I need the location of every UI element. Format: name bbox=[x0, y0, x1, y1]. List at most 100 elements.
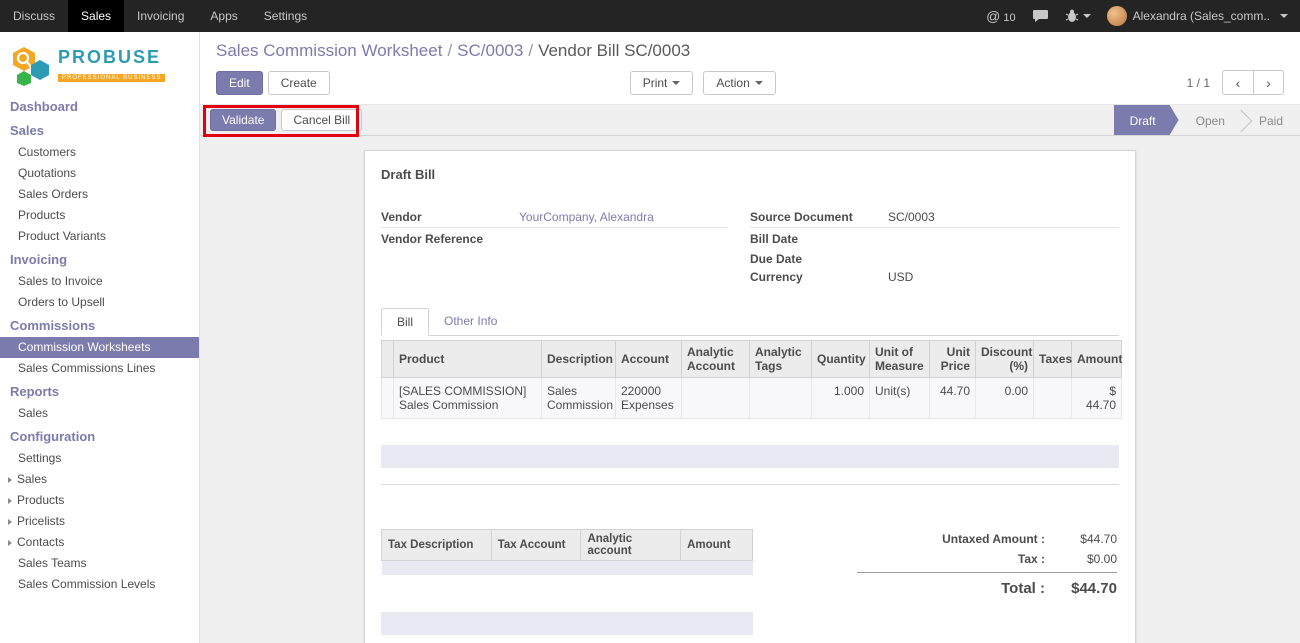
sidebar-heading-invoicing[interactable]: Invoicing bbox=[0, 247, 199, 271]
activity-menu-button[interactable] bbox=[1065, 9, 1091, 23]
sidebar-item-label: Products bbox=[17, 493, 64, 507]
currency-label: Currency bbox=[750, 270, 888, 284]
due-date-label: Due Date bbox=[750, 252, 888, 266]
sidebar-item-sales-to-invoice[interactable]: Sales to Invoice bbox=[0, 271, 199, 292]
field-group-right: Source Document SC/0003 Bill Date Due Da… bbox=[750, 208, 1119, 288]
chevron-down-icon bbox=[672, 81, 680, 85]
sidebar-item-products[interactable]: Products bbox=[0, 205, 199, 226]
chat-bubble-icon bbox=[1032, 9, 1049, 23]
sidebar-heading-reports[interactable]: Reports bbox=[0, 379, 199, 403]
sidebar-item-sales-teams[interactable]: Sales Teams bbox=[0, 553, 199, 574]
column-header-analytic-tags[interactable]: Analytic Tags bbox=[750, 341, 812, 378]
validate-button[interactable]: Validate bbox=[210, 109, 276, 131]
cell-taxes bbox=[1034, 378, 1072, 419]
sidebar-item-sales-commission-levels[interactable]: Sales Commission Levels bbox=[0, 574, 199, 595]
tab-bill[interactable]: Bill bbox=[381, 308, 429, 336]
bill-date-value bbox=[888, 230, 1119, 243]
sidebar-item-settings[interactable]: Settings bbox=[0, 448, 199, 469]
create-button[interactable]: Create bbox=[268, 71, 330, 95]
status-draft: Draft bbox=[1114, 105, 1179, 135]
sidebar-item-product-variants[interactable]: Product Variants bbox=[0, 226, 199, 247]
total-value: $44.70 bbox=[1045, 580, 1117, 597]
sidebar-item-config-sales[interactable]: Sales bbox=[0, 469, 199, 490]
column-header-unit-price[interactable]: Unit Price bbox=[930, 341, 976, 378]
invoice-lines-table: Product Description Account Analytic Acc… bbox=[381, 340, 1122, 419]
untaxed-amount-label: Untaxed Amount : bbox=[942, 532, 1045, 546]
sidebar-item-commission-worksheets[interactable]: Commission Worksheets bbox=[0, 337, 199, 358]
column-header-quantity[interactable]: Quantity bbox=[812, 341, 870, 378]
column-header-amount[interactable]: Amount bbox=[1072, 341, 1122, 378]
sidebar-item-dashboard[interactable]: Dashboard bbox=[0, 94, 199, 118]
breadcrumb-worksheet-link[interactable]: Sales Commission Worksheet bbox=[216, 41, 442, 60]
sidebar-item-contacts[interactable]: Contacts bbox=[0, 532, 199, 553]
field-group-left: Vendor YourCompany, Alexandra Vendor Ref… bbox=[381, 208, 750, 288]
column-header-tax-account[interactable]: Tax Account bbox=[491, 530, 581, 561]
column-header-product[interactable]: Product bbox=[394, 341, 542, 378]
status-paid[interactable]: Paid bbox=[1242, 105, 1300, 135]
chevron-down-icon bbox=[1083, 14, 1091, 18]
breadcrumb-sc0003-link[interactable]: SC/0003 bbox=[457, 41, 523, 60]
sidebar-item-customers[interactable]: Customers bbox=[0, 142, 199, 163]
tax-lines-table: Tax Description Tax Account Analytic acc… bbox=[381, 529, 753, 575]
app-window: Discuss Sales Invoicing Apps Settings @ … bbox=[0, 0, 1300, 643]
empty-line-row bbox=[381, 445, 1119, 468]
sidebar-heading-sales[interactable]: Sales bbox=[0, 118, 199, 142]
pager-buttons: ‹ › bbox=[1222, 70, 1284, 95]
sidebar-item-reports-sales[interactable]: Sales bbox=[0, 403, 199, 424]
column-header-description[interactable]: Description bbox=[542, 341, 616, 378]
column-header-account[interactable]: Account bbox=[616, 341, 682, 378]
topbar-menu-settings[interactable]: Settings bbox=[251, 0, 320, 32]
section-divider bbox=[381, 484, 1119, 485]
vendor-reference-label: Vendor Reference bbox=[381, 232, 519, 246]
bill-date-label: Bill Date bbox=[750, 232, 888, 246]
sidebar-item-sales-commissions-lines[interactable]: Sales Commissions Lines bbox=[0, 358, 199, 379]
column-header-discount[interactable]: Discount (%) bbox=[976, 341, 1034, 378]
column-header-uom[interactable]: Unit of Measure bbox=[870, 341, 930, 378]
tax-header-row: Tax Description Tax Account Analytic acc… bbox=[382, 530, 753, 561]
messages-button[interactable] bbox=[1032, 9, 1049, 23]
sidebar-item-sales-orders[interactable]: Sales Orders bbox=[0, 184, 199, 205]
sidebar-item-config-products[interactable]: Products bbox=[0, 490, 199, 511]
cell-amount: $ 44.70 bbox=[1072, 378, 1122, 419]
sidebar-item-orders-to-upsell[interactable]: Orders to Upsell bbox=[0, 292, 199, 313]
breadcrumb-current: Vendor Bill SC/0003 bbox=[538, 41, 690, 60]
topbar-menu-sales[interactable]: Sales bbox=[68, 0, 124, 32]
sidebar-heading-commissions[interactable]: Commissions bbox=[0, 313, 199, 337]
pager-previous-button[interactable]: ‹ bbox=[1222, 70, 1253, 95]
topbar-menu-invoicing[interactable]: Invoicing bbox=[124, 0, 197, 32]
vendor-value-link[interactable]: YourCompany, Alexandra bbox=[519, 210, 728, 224]
column-header-analytic-account[interactable]: Analytic Account bbox=[682, 341, 750, 378]
vendor-reference-value bbox=[519, 230, 728, 243]
cell-analytic-tags bbox=[750, 378, 812, 419]
mention-icon: @ bbox=[986, 8, 1000, 24]
cancel-bill-button[interactable]: Cancel Bill bbox=[281, 109, 362, 131]
column-header-taxes[interactable]: Taxes bbox=[1034, 341, 1072, 378]
row-handle-cell bbox=[382, 378, 394, 419]
field-groups: Vendor YourCompany, Alexandra Vendor Ref… bbox=[381, 208, 1119, 288]
print-button[interactable]: Print bbox=[630, 71, 694, 95]
column-header-tax-amount[interactable]: Amount bbox=[681, 530, 753, 561]
sidebar-item-pricelists[interactable]: Pricelists bbox=[0, 511, 199, 532]
sidebar-heading-configuration[interactable]: Configuration bbox=[0, 424, 199, 448]
column-header-tax-analytic-account[interactable]: Analytic account bbox=[581, 530, 681, 561]
pager-next-button[interactable]: › bbox=[1253, 70, 1284, 95]
probuse-logo-icon bbox=[10, 44, 52, 86]
empty-tax-line-row bbox=[381, 612, 753, 635]
mention-counter[interactable]: @ 10 bbox=[986, 8, 1015, 24]
edit-button[interactable]: Edit bbox=[216, 71, 263, 95]
table-row[interactable]: [SALES COMMISSION] Sales Commission Sale… bbox=[382, 378, 1122, 419]
notebook: Bill Other Info bbox=[381, 308, 1119, 635]
topbar-menu-discuss[interactable]: Discuss bbox=[0, 0, 68, 32]
tax-and-totals: Tax Description Tax Account Analytic acc… bbox=[381, 529, 1119, 600]
column-header-tax-description[interactable]: Tax Description bbox=[382, 530, 492, 561]
action-button[interactable]: Action bbox=[703, 71, 775, 95]
sidebar: PROBUSE PROFESSIONAL BUSINESS Dashboard … bbox=[0, 32, 200, 643]
document-state-title: Draft Bill bbox=[381, 167, 1119, 182]
untaxed-amount-value: $44.70 bbox=[1045, 532, 1117, 546]
tab-other-info[interactable]: Other Info bbox=[429, 308, 512, 335]
print-label: Print bbox=[643, 76, 668, 90]
tab-bar: Bill Other Info bbox=[381, 308, 1119, 336]
topbar-menu-apps[interactable]: Apps bbox=[197, 0, 250, 32]
user-menu[interactable]: Alexandra (Sales_comm.. bbox=[1107, 6, 1288, 26]
sidebar-item-quotations[interactable]: Quotations bbox=[0, 163, 199, 184]
